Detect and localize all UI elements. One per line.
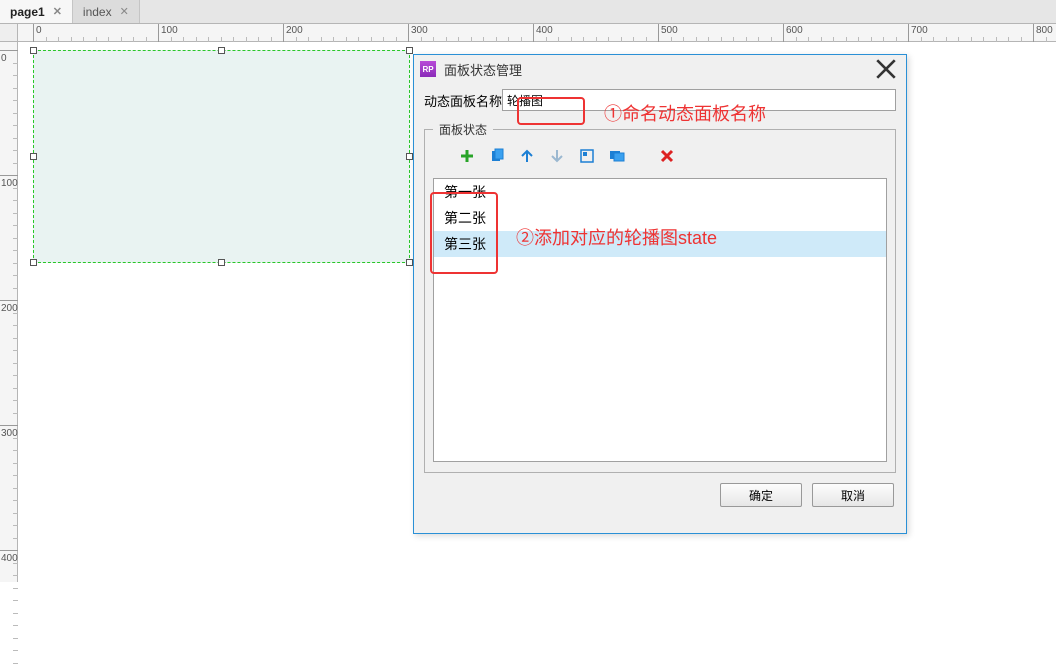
ruler-corner (0, 24, 18, 42)
dialog-title: 面板状态管理 (444, 60, 522, 79)
delete-icon[interactable] (659, 148, 675, 164)
tab-label: index (83, 5, 112, 19)
state-item[interactable]: 第二张 (434, 205, 886, 231)
resize-handle[interactable] (218, 259, 225, 266)
close-icon[interactable]: ✕ (53, 5, 62, 18)
tab-index[interactable]: index ✕ (73, 0, 140, 23)
resize-handle[interactable] (30, 153, 37, 160)
state-item[interactable]: 第一张 (434, 179, 886, 205)
dialog-titlebar[interactable]: RP 面板状态管理 (414, 55, 906, 83)
dynamic-panel-object[interactable] (33, 50, 410, 263)
states-list[interactable]: 第一张 第二张 第三张 (433, 178, 887, 462)
ruler-vertical: 0100200300400 (0, 42, 18, 582)
dialog-close-button[interactable] (872, 58, 900, 80)
dialog-body: 动态面板名称 面板状态 第一张 第二张 第三张 (414, 83, 906, 473)
resize-handle[interactable] (30, 259, 37, 266)
tab-page1[interactable]: page1 ✕ (0, 0, 73, 23)
panel-name-input[interactable] (502, 89, 896, 111)
edit-states-icon[interactable] (579, 148, 595, 164)
resize-handle[interactable] (30, 47, 37, 54)
cancel-button[interactable]: 取消 (812, 483, 894, 507)
add-icon[interactable] (459, 148, 475, 164)
close-icon (872, 55, 900, 83)
arrow-down-icon[interactable] (549, 148, 565, 164)
panel-name-label: 动态面板名称 (424, 91, 502, 110)
tab-bar: page1 ✕ index ✕ (0, 0, 1056, 24)
resize-handle[interactable] (406, 259, 413, 266)
axure-icon: RP (420, 61, 436, 77)
dialog-button-row: 确定 取消 (414, 473, 906, 519)
states-toolbar (433, 146, 887, 170)
arrow-up-icon[interactable] (519, 148, 535, 164)
tab-label: page1 (10, 5, 45, 19)
resize-handle[interactable] (406, 47, 413, 54)
ruler-horizontal: 0100200300400500600700800 (18, 24, 1056, 42)
ok-button[interactable]: 确定 (720, 483, 802, 507)
state-item[interactable]: 第三张 (434, 231, 886, 257)
duplicate-icon[interactable] (489, 148, 505, 164)
close-icon[interactable]: ✕ (120, 5, 129, 18)
resize-handle[interactable] (218, 47, 225, 54)
edit-all-icon[interactable] (609, 148, 625, 164)
states-legend: 面板状态 (433, 121, 493, 138)
panel-state-manager-dialog: RP 面板状态管理 动态面板名称 面板状态 第一张 第二张 (413, 54, 907, 534)
resize-handle[interactable] (406, 153, 413, 160)
panel-states-fieldset: 面板状态 第一张 第二张 第三张 (424, 121, 896, 473)
